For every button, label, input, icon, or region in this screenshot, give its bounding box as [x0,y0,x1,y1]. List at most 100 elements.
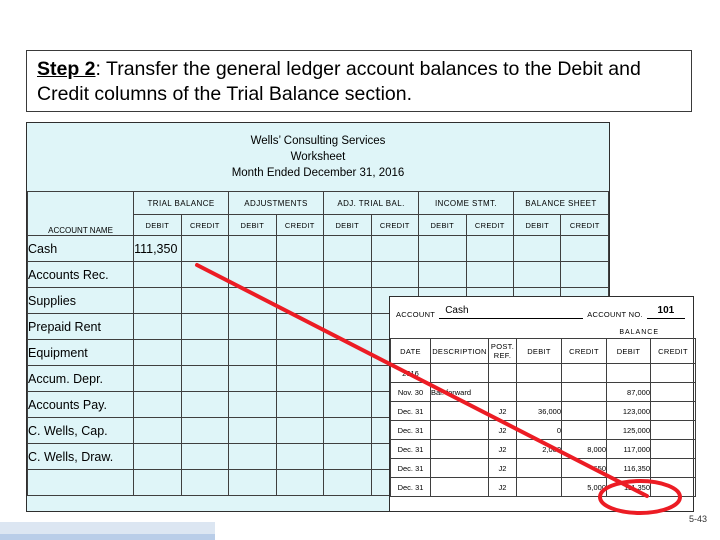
worksheet-cell [370,261,420,288]
worksheet-cell [323,313,372,340]
worksheet-period: Month Ended December 31, 2016 [231,167,405,179]
worksheet-row: Cash 111,350 [26,235,609,262]
worksheet-cell [275,443,325,470]
ledger-cell-bal-debit: 123,000 [606,401,651,421]
worksheet-cell [323,287,372,314]
worksheet-cell [180,339,230,366]
ledger-cell-credit [561,420,607,440]
worksheet-cell [275,261,325,288]
worksheet-cell [323,443,372,470]
ledger-cell-bal-credit [650,477,696,497]
worksheet-cell [228,391,277,418]
worksheet-cell [512,261,562,288]
ledger-cell-date: Dec. 31 [390,458,431,478]
ledger-cell-description: Bal. forward [430,382,489,402]
ledger-cell-bal-debit: 116,350 [606,458,651,478]
worksheet-company-name: Wells’ Consulting Services [250,135,386,147]
ledger-account-name: Cash [439,305,584,319]
worksheet-row: Accounts Rec. [26,261,609,288]
worksheet-doc-type: Worksheet [290,151,346,163]
ledger-account-label: ACCOUNT [396,310,436,319]
ledger-cell-debit [516,363,562,383]
slide-number: 5-43 [688,514,707,524]
ledger-cell-ref [488,382,517,402]
ledger-col-description: DESCRIPTION [430,338,489,364]
worksheet-group-trial-balance: TRIAL BALANCE [133,191,230,215]
worksheet-cell [180,365,230,392]
worksheet-cell [133,469,182,496]
ledger-cell-debit [516,477,562,497]
worksheet-cell [512,235,562,262]
worksheet-cell [228,469,277,496]
worksheet-title-block: Wells’ Consulting Services Worksheet Mon… [27,123,609,181]
worksheet-cell [180,235,230,262]
worksheet-cell [133,391,182,418]
ledger-row: Dec. 31 J2 36,000 123,000 [390,401,696,421]
ledger-col-post-ref: POST. REF. [488,338,517,364]
worksheet-cell [275,287,325,314]
worksheet-cell [133,365,182,392]
ledger-cell-credit: 5,000 [561,477,607,497]
worksheet-cell [133,287,182,314]
worksheet-cell [275,313,325,340]
ledger-cell-ref: J2 [488,420,517,440]
ledger-cell-description [430,420,489,440]
ledger-cell-credit [561,401,607,421]
worksheet-group-adj-trial-bal: ADJ. TRIAL BAL. [323,191,420,215]
ledger-cell-date: Dec. 31 [390,420,431,440]
ledger-cell-bal-debit [606,363,651,383]
ledger-cell-credit: 650 [561,458,607,478]
ledger-cell-bal-credit [650,401,696,421]
ledger-cell-description [430,363,489,383]
ledger-cell-date: Nov. 30 [390,382,431,402]
worksheet-cell [418,261,467,288]
ledger-cell-date: Dec. 31 [390,477,431,497]
worksheet-row-label: C. Wells, Draw. [26,443,135,470]
ledger-col-balance-credit: CREDIT [650,338,696,364]
ledger-cell-bal-credit [650,382,696,402]
ledger-cell-bal-debit: 87,000 [606,382,651,402]
worksheet-cell [323,261,372,288]
ledger-cell-description [430,439,489,459]
ledger-cell-debit [516,382,562,402]
worksheet-row-label: Accum. Depr. [26,365,135,392]
worksheet-group-income-stmt: INCOME STMT. [418,191,514,215]
worksheet-cell [323,391,372,418]
worksheet-cell [370,235,420,262]
ledger-cell-debit [516,458,562,478]
ledger-row: Dec. 31 J2 2,000 8,000 117,000 [390,439,696,459]
ledger-account-no-label: ACCOUNT NO. [587,310,643,319]
ledger-header-row: ACCOUNT Cash ACCOUNT NO. 101 [390,297,693,319]
worksheet-row-label: C. Wells, Cap. [26,417,135,444]
ledger-col-date: DATE [390,338,431,364]
worksheet-group-header-row: ACCOUNT NAME TRIAL BALANCE ADJUSTMENTS A… [26,191,609,236]
worksheet-subheader-7: CREDIT [465,214,514,236]
ledger-row: Nov. 30 Bal. forward 87,000 [390,382,696,402]
worksheet-cell [228,339,277,366]
ledger-cell-bal-credit [650,420,696,440]
ledger-cell-bal-debit: 117,000 [606,439,651,459]
worksheet-cell [275,339,325,366]
worksheet-cell [560,235,609,262]
worksheet-subheader-8: DEBIT [512,214,562,236]
ledger-row: Dec. 31 J2 650 116,350 [390,458,696,478]
ledger-cell-debit: 0 [516,420,562,440]
ledger-account-card: ACCOUNT Cash ACCOUNT NO. 101 BALANCE DAT… [389,296,696,512]
ledger-cell-ref: J2 [488,401,517,421]
worksheet-cell [133,443,182,470]
step-callout-box: Step 2: Transfer the general ledger acco… [26,50,692,112]
worksheet-cell [133,417,182,444]
worksheet-cell [180,469,230,496]
worksheet-cell [323,469,372,496]
ledger-cell-credit [561,382,607,402]
worksheet-cell [228,443,277,470]
worksheet-row-label: Prepaid Rent [26,313,135,340]
step-callout-text: Step 2: Transfer the general ledger acco… [37,57,681,107]
worksheet-cell [180,443,230,470]
worksheet-cell [323,339,372,366]
worksheet-cell [275,391,325,418]
ledger-cell-debit: 2,000 [516,439,562,459]
ledger-cell-bal-debit: 111,350 [606,477,651,497]
worksheet-cell [133,261,182,288]
worksheet-cell [180,391,230,418]
